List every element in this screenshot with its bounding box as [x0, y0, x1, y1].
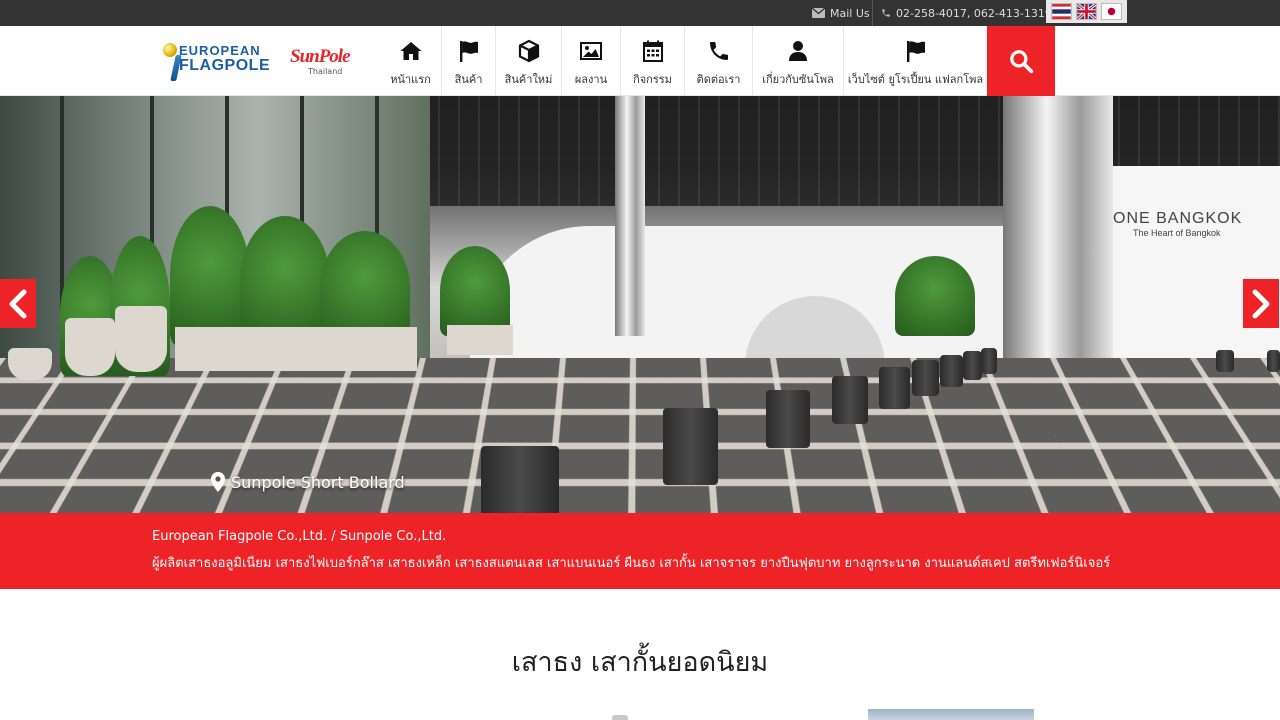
planter-pot [8, 348, 52, 380]
bollard [832, 376, 868, 424]
image-icon [580, 42, 602, 60]
slider-next-button[interactable] [1243, 279, 1279, 328]
sunpole-logo[interactable]: SunPole Thailand [290, 46, 352, 78]
plant [440, 246, 510, 336]
mail-us-label: Mail Us [830, 6, 870, 20]
sign-subtitle: The Heart of Bangkok [1133, 228, 1221, 238]
bollard [481, 446, 559, 513]
hero-tiled-floor [0, 358, 1280, 513]
slider-prev-button[interactable] [0, 279, 36, 328]
company-name: European Flagpole Co.,Ltd. / Sunpole Co.… [152, 529, 447, 544]
nav-label: สินค้า [454, 73, 483, 86]
planter-box [447, 325, 513, 355]
slide-caption: Sunpole Short Bollard [211, 472, 405, 492]
bollard [1267, 350, 1280, 372]
nav-label: เกี่ยวกับซันโพล [762, 73, 834, 86]
bollard [663, 408, 718, 485]
nav-item-european-flagpole-site[interactable]: เว็บไซต์ ยูโรเปี้ยน แฟลกโพล [843, 26, 987, 96]
hero-pillar [1003, 96, 1113, 371]
search-icon [1010, 50, 1034, 74]
japan-flag-icon[interactable] [1101, 3, 1122, 20]
product-thumbnail-peek[interactable] [612, 715, 628, 720]
product-list: ผู้ผลิตเสาธงอลูมิเนียม เสาธงไฟเบอร์กล๊าส… [152, 556, 1111, 571]
mail-us-link[interactable]: Mail Us [812, 0, 870, 26]
site-header: EUROPEAN FLAGPOLE SunPole Thailand หน้าแ… [0, 26, 1280, 96]
envelope-icon [812, 8, 825, 18]
nav-item-new-products[interactable]: สินค้าใหม่ [495, 26, 561, 96]
sign-title: ONE BANGKOK [1113, 210, 1243, 227]
user-icon [789, 41, 807, 61]
nav-item-home[interactable]: หน้าแรก [380, 26, 441, 96]
nav-label: สินค้าใหม่ [504, 73, 553, 86]
nav-item-products[interactable]: สินค้า [441, 26, 495, 96]
slide-caption-text: Sunpole Short Bollard [231, 472, 405, 492]
logo-text-sunpole: SunPole [290, 46, 351, 67]
nav-item-portfolio[interactable]: ผลงาน [561, 26, 620, 96]
nav-item-activities[interactable]: กิจกรรม [620, 26, 684, 96]
chevron-left-icon [9, 289, 27, 318]
nav-label: ผลงาน [574, 73, 608, 86]
plant [170, 206, 250, 346]
plant [895, 256, 975, 336]
logo-text-european: EUROPEAN [179, 43, 261, 58]
nav-label: กิจกรรม [633, 73, 672, 86]
phone-icon [709, 42, 728, 60]
map-pin-icon [211, 472, 225, 492]
nav-label: ติดต่อเรา [696, 73, 741, 86]
language-switcher [1046, 0, 1127, 23]
phone-number: 02-258-4017, 062-413-1319 [896, 6, 1052, 20]
calendar-icon [642, 40, 663, 62]
logo-text-flagpole: FLAGPOLE [179, 57, 271, 74]
top-bar: Mail Us 02-258-4017, 062-413-1319 [0, 0, 1280, 26]
planter-pot [115, 306, 167, 372]
nav-item-about[interactable]: เกี่ยวกับซันโพล [752, 26, 843, 96]
hero-pillar [615, 96, 645, 336]
cube-icon [518, 39, 539, 63]
flag-icon [906, 41, 925, 62]
phone-icon [882, 9, 890, 17]
chevron-right-icon [1252, 289, 1270, 318]
bollard [1216, 350, 1234, 372]
logo-ball [163, 43, 177, 57]
logo-text-thailand: Thailand [308, 67, 343, 76]
nav-item-contact[interactable]: ติดต่อเรา [684, 26, 752, 96]
section-title: เสาธง เสากั้นยอดนิยม [511, 647, 769, 678]
one-bangkok-sign: ONE BANGKOK The Heart of Bangkok [1113, 210, 1242, 238]
nav-label: หน้าแรก [390, 73, 431, 86]
hero-slider: ONE BANGKOK The Heart of Bangkok Sunpole… [0, 96, 1280, 513]
uk-flag-icon[interactable] [1076, 3, 1097, 20]
search-button[interactable] [987, 26, 1055, 96]
bollard [766, 390, 810, 448]
company-banner: European Flagpole Co.,Ltd. / Sunpole Co.… [0, 513, 1280, 589]
nav-label: เว็บไซต์ ยูโรเปี้ยน แฟลกโพล [847, 73, 984, 86]
main-nav: หน้าแรก สินค้า สินค้าใหม่ ผลงาน กิจกรรม … [380, 26, 987, 96]
planter-box [175, 327, 417, 371]
phone-link[interactable]: 02-258-4017, 062-413-1319 [881, 0, 1052, 26]
european-flagpole-logo[interactable]: EUROPEAN FLAGPOLE [163, 41, 277, 83]
divider [872, 0, 873, 26]
bollard [912, 360, 939, 396]
bollard [879, 367, 910, 409]
home-icon [400, 42, 421, 60]
bollard [940, 355, 963, 387]
flag-icon [459, 41, 478, 62]
bollard [963, 351, 982, 380]
thai-flag-icon[interactable] [1051, 3, 1072, 20]
planter-pot [65, 318, 115, 376]
product-thumbnail-peek[interactable] [868, 709, 1034, 720]
bollard [981, 348, 997, 374]
